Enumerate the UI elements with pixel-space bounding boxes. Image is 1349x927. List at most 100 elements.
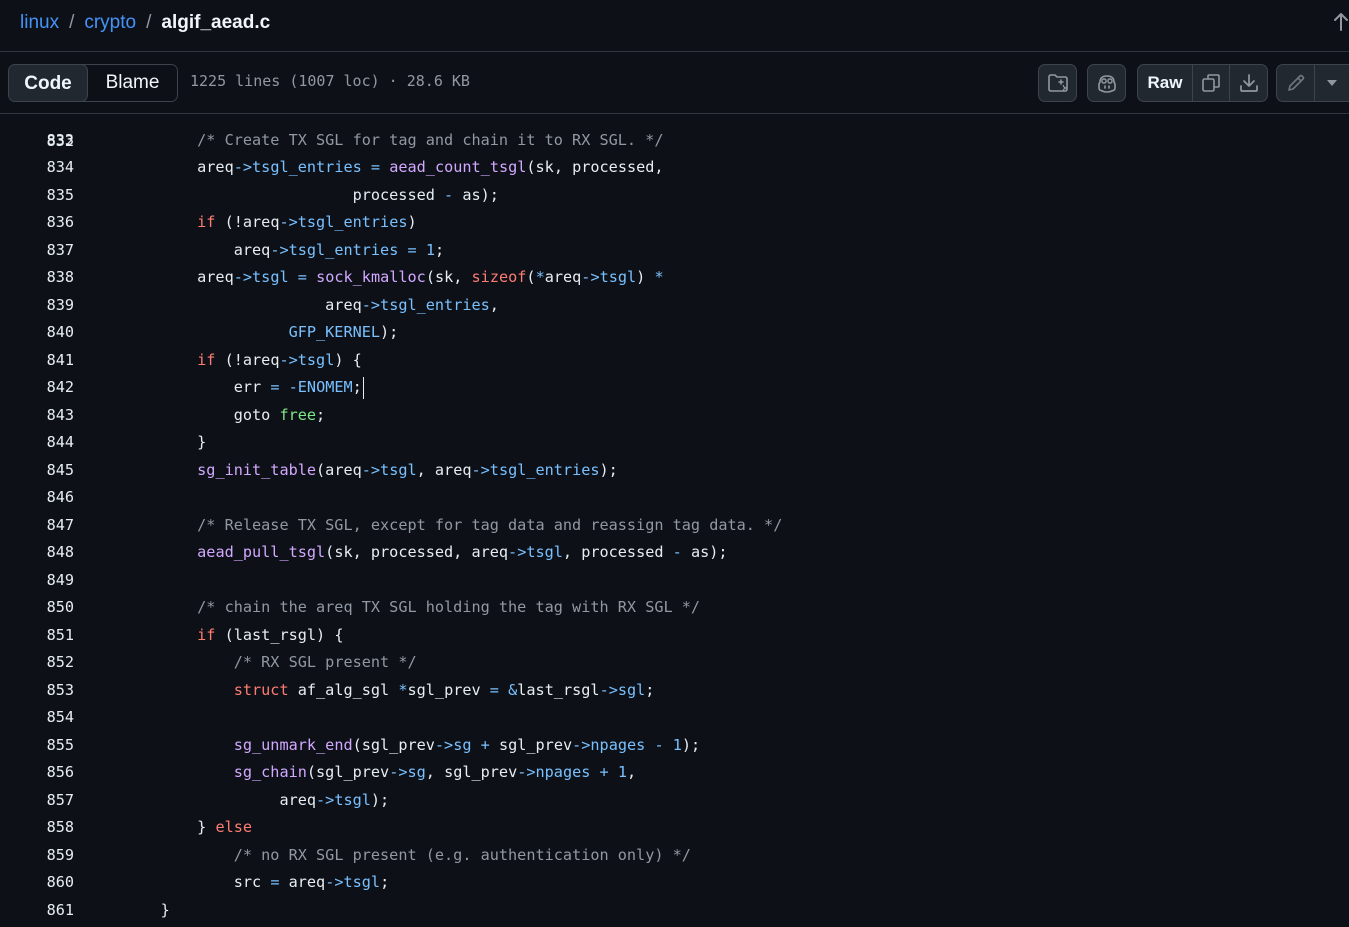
line-number[interactable]: 850 xyxy=(0,594,74,622)
code-view[interactable]: 832 833 /* Create TX SGL for tag and cha… xyxy=(0,114,1349,927)
line-number[interactable]: 833 xyxy=(0,127,74,155)
code-line: 838 areq->tsgl = sock_kmalloc(sk, sizeof… xyxy=(0,264,1349,292)
code-text: src = areq->tsgl; xyxy=(124,873,390,891)
code-text: sg_unmark_end(sgl_prev->sg + sgl_prev->n… xyxy=(233,735,701,754)
code-text: /* Create TX SGL for tag and chain it to… xyxy=(197,130,664,149)
code-line: 857 areq->tsgl); xyxy=(0,787,1349,815)
code-text: sg_chain(sgl_prev->sg, sgl_prev->npages … xyxy=(233,763,637,781)
code-line: 855 sg_unmark_end(sgl_prev->sg + sgl_pre… xyxy=(0,732,1349,760)
code-text: processed - as); xyxy=(124,185,499,204)
code-text: /* no RX SGL present (e.g. authenticatio… xyxy=(233,845,691,864)
code-line: 841 if (!areq->tsgl) { xyxy=(0,347,1349,375)
code-text: areq->tsgl_entries = aead_count_tsgl(sk,… xyxy=(124,158,664,176)
view-switcher: Code Blame xyxy=(8,64,178,102)
code-text: /* Release TX SGL, except for tag data a… xyxy=(197,515,783,534)
line-number[interactable]: 855 xyxy=(0,732,74,760)
code-text: GFP_KERNEL); xyxy=(288,323,399,341)
code-line: 844 } xyxy=(0,429,1349,457)
line-number[interactable]: 838 xyxy=(0,264,74,292)
file-header: linux / crypto / algif_aead.c xyxy=(0,0,1349,52)
line-number[interactable]: 847 xyxy=(0,512,74,540)
code-tab[interactable]: Code xyxy=(9,65,88,101)
line-number[interactable]: 845 xyxy=(0,457,74,485)
code-line: 861 } xyxy=(0,897,1349,925)
breadcrumb-folder-link[interactable]: crypto xyxy=(84,12,136,33)
file-info: 1225 lines (1007 loc) · 28.6 KB xyxy=(190,72,470,90)
code-line: 846 xyxy=(0,484,1349,512)
code-line: 849 xyxy=(0,567,1349,595)
copy-raw-button[interactable] xyxy=(1193,65,1230,101)
code-text: /* RX SGL present */ xyxy=(233,653,417,671)
code-text: if (last_rsgl) { xyxy=(197,625,344,644)
line-number[interactable]: 851 xyxy=(0,622,74,650)
code-line: 835 processed - as); xyxy=(0,182,1349,210)
code-text: struct af_alg_sgl *sgl_prev = &last_rsgl… xyxy=(233,680,655,699)
breadcrumb-separator: / xyxy=(146,12,152,33)
edit-actions-group xyxy=(1276,64,1349,102)
line-number[interactable]: 846 xyxy=(0,484,74,512)
file-toolbar: Code Blame 1225 lines (1007 loc) · 28.6 … xyxy=(0,52,1349,114)
arrow-up-icon[interactable] xyxy=(1333,10,1349,34)
code-text: areq->tsgl_entries = 1; xyxy=(124,240,445,259)
line-number[interactable]: 834 xyxy=(0,154,74,182)
code-line: 851 if (last_rsgl) { xyxy=(0,622,1349,650)
code-text: } xyxy=(124,433,207,451)
code-line: 845 sg_init_table(areq->tsgl, areq->tsgl… xyxy=(0,457,1349,485)
line-number[interactable]: 857 xyxy=(0,787,74,815)
line-number[interactable]: 859 xyxy=(0,842,74,870)
line-number[interactable]: 841 xyxy=(0,347,74,375)
edit-button[interactable] xyxy=(1277,65,1315,101)
blame-tab[interactable]: Blame xyxy=(88,65,177,101)
symbols-button[interactable] xyxy=(1038,64,1077,102)
line-number[interactable]: 856 xyxy=(0,759,74,787)
code-line: 848 aead_pull_tsgl(sk, processed, areq->… xyxy=(0,539,1349,567)
line-number[interactable]: 840 xyxy=(0,319,74,347)
pencil-icon xyxy=(1286,73,1306,93)
line-number[interactable]: 853 xyxy=(0,677,74,705)
code-line: 856 sg_chain(sgl_prev->sg, sgl_prev->npa… xyxy=(0,759,1349,787)
line-number[interactable]: 858 xyxy=(0,814,74,842)
line-number[interactable]: 849 xyxy=(0,567,74,595)
code-text: areq->tsgl_entries, xyxy=(124,295,499,314)
copilot-button[interactable] xyxy=(1087,64,1126,102)
breadcrumb-repo-link[interactable]: linux xyxy=(20,12,59,33)
breadcrumb: linux / crypto / algif_aead.c xyxy=(20,11,270,35)
line-number[interactable]: 837 xyxy=(0,237,74,265)
raw-actions-group: Raw xyxy=(1137,64,1268,102)
line-number[interactable]: 844 xyxy=(0,429,74,457)
code-line: 852 /* RX SGL present */ xyxy=(0,649,1349,677)
line-number[interactable]: 839 xyxy=(0,292,74,320)
line-number[interactable]: 843 xyxy=(0,402,74,430)
copilot-icon xyxy=(1096,73,1118,93)
line-number[interactable]: 860 xyxy=(0,869,74,897)
file-directory-symlink-icon xyxy=(1047,73,1069,93)
download-icon xyxy=(1239,73,1259,93)
code-text: sg_init_table(areq->tsgl, areq->tsgl_ent… xyxy=(197,460,618,479)
line-number[interactable]: 852 xyxy=(0,649,74,677)
line-number[interactable]: 835 xyxy=(0,182,74,210)
line-number[interactable]: 848 xyxy=(0,539,74,567)
download-raw-button[interactable] xyxy=(1230,65,1267,101)
code-line: 859 /* no RX SGL present (e.g. authentic… xyxy=(0,842,1349,870)
code-line: 858 } else xyxy=(0,814,1349,842)
breadcrumb-file-name: algif_aead.c xyxy=(161,12,271,33)
more-edit-options-button[interactable] xyxy=(1315,65,1349,101)
copy-icon xyxy=(1201,73,1221,93)
code-line: 839 areq->tsgl_entries, xyxy=(0,292,1349,320)
line-number[interactable]: 861 xyxy=(0,897,74,925)
triangle-down-icon xyxy=(1326,79,1338,87)
line-number[interactable]: 836 xyxy=(0,209,74,237)
line-number[interactable]: 842 xyxy=(0,374,74,402)
code-line: 847 /* Release TX SGL, except for tag da… xyxy=(0,512,1349,540)
code-text: areq->tsgl); xyxy=(124,790,390,809)
line-number[interactable]: 854 xyxy=(0,704,74,732)
code-text: if (!areq->tsgl_entries) xyxy=(197,213,417,231)
code-line: 860 src = areq->tsgl; xyxy=(0,869,1349,897)
code-text: if (!areq->tsgl) { xyxy=(197,350,362,369)
code-text: } xyxy=(124,900,170,919)
breadcrumb-separator: / xyxy=(69,12,75,33)
raw-button[interactable]: Raw xyxy=(1138,65,1193,101)
code-line: 834 areq->tsgl_entries = aead_count_tsgl… xyxy=(0,154,1349,182)
code-text: /* chain the areq TX SGL holding the tag… xyxy=(197,598,701,616)
code-line: 854 xyxy=(0,704,1349,732)
